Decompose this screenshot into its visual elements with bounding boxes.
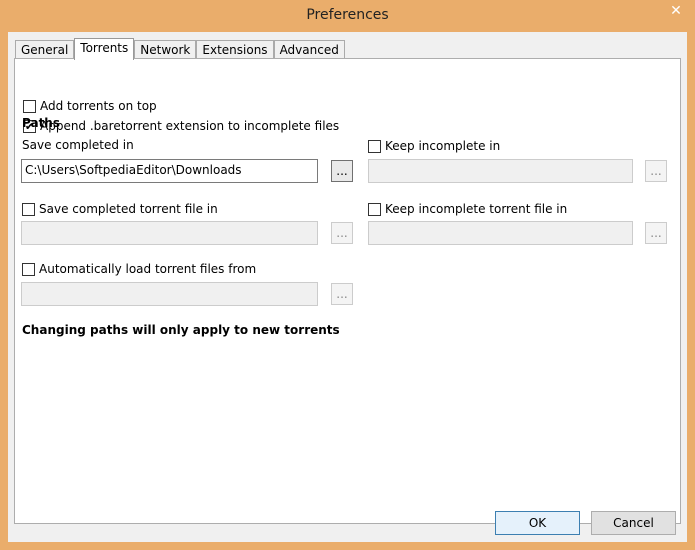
auto-load-checkbox[interactable] [22, 262, 35, 276]
dialog-client: General Torrents Network Extensions Adva… [8, 32, 687, 542]
title-bar[interactable]: Preferences ✕ [0, 0, 695, 32]
tab-torrents[interactable]: Torrents [74, 38, 135, 60]
cancel-button[interactable]: Cancel [591, 511, 676, 535]
keep-incomplete-torrent-browse-button[interactable]: ... [645, 222, 667, 244]
paths-note: Changing paths will only apply to new to… [22, 323, 340, 337]
auto-load-input[interactable] [21, 282, 318, 306]
keep-incomplete-input[interactable] [368, 159, 633, 183]
add-on-top-label: Add torrents on top [40, 99, 157, 113]
add-on-top-checkbox[interactable] [23, 99, 36, 113]
save-torrent-file-input[interactable] [21, 221, 318, 245]
keep-incomplete-torrent-label: Keep incomplete torrent file in [385, 202, 568, 216]
keep-incomplete-torrent-input[interactable] [368, 221, 633, 245]
save-torrent-file-option[interactable]: Save completed torrent file in [22, 202, 218, 216]
save-torrent-file-browse-button[interactable]: ... [331, 222, 353, 244]
keep-incomplete-torrent-checkbox[interactable] [368, 202, 381, 216]
save-completed-browse-button[interactable]: ... [331, 160, 353, 182]
keep-incomplete-torrent-option[interactable]: Keep incomplete torrent file in [368, 202, 567, 216]
tab-advanced[interactable]: Advanced [273, 40, 345, 59]
keep-incomplete-label: Keep incomplete in [385, 139, 501, 153]
close-icon[interactable]: ✕ [661, 2, 691, 20]
tab-extensions[interactable]: Extensions [196, 40, 274, 59]
save-completed-input[interactable]: C:\Users\SoftpediaEditor\Downloads [21, 159, 318, 183]
auto-load-option[interactable]: Automatically load torrent files from [22, 262, 256, 276]
preferences-window: Preferences ✕ General Torrents Network E… [0, 0, 695, 550]
tab-strip: General Torrents Network Extensions Adva… [15, 38, 345, 60]
ok-button[interactable]: OK [495, 511, 580, 535]
auto-load-browse-button[interactable]: ... [331, 283, 353, 305]
tab-network[interactable]: Network [134, 40, 197, 59]
tab-general[interactable]: General [15, 40, 75, 59]
add-on-top-option[interactable]: Add torrents on top [23, 99, 157, 113]
paths-heading: Paths [22, 116, 60, 130]
keep-incomplete-option[interactable]: Keep incomplete in [368, 139, 500, 153]
keep-incomplete-checkbox[interactable] [368, 139, 381, 153]
save-torrent-file-checkbox[interactable] [22, 202, 35, 216]
auto-load-label: Automatically load torrent files from [39, 262, 257, 276]
save-completed-label: Save completed in [22, 138, 134, 152]
append-extension-option[interactable]: ✔ Append .baretorrent extension to incom… [23, 119, 339, 133]
save-torrent-file-label: Save completed torrent file in [39, 202, 218, 216]
keep-incomplete-browse-button[interactable]: ... [645, 160, 667, 182]
append-extension-label: Append .baretorrent extension to incompl… [40, 119, 340, 133]
window-title: Preferences [306, 7, 389, 23]
